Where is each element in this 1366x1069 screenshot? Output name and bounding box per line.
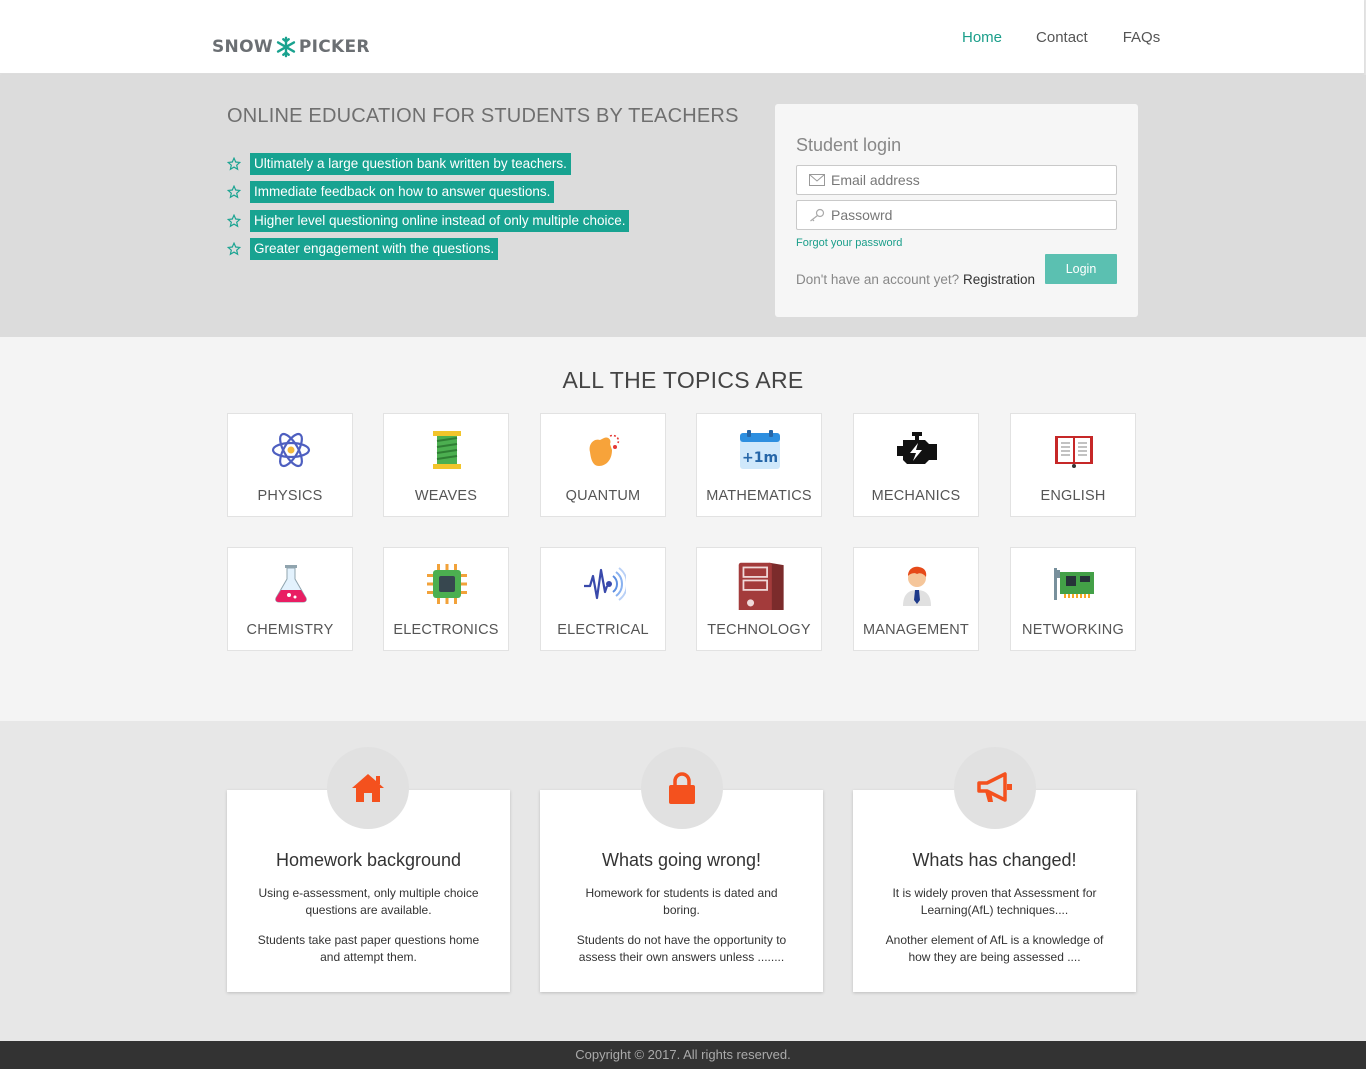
server-tower-icon	[738, 562, 784, 610]
topic-electrical[interactable]: ELECTRICAL	[540, 547, 666, 651]
topic-technology[interactable]: TECHNOLOGY	[696, 547, 822, 651]
card-paragraph: Students do not have the opportunity to …	[576, 933, 787, 964]
star-icon	[227, 213, 241, 228]
email-input[interactable]	[831, 172, 1101, 188]
card-paragraph: Using e-assessment, only multiple choice…	[258, 886, 479, 917]
engine-icon	[897, 432, 937, 464]
flask-icon	[275, 565, 307, 603]
topic-mechanics[interactable]: MECHANICS	[853, 413, 979, 517]
feature-list: Ultimately a large question bank written…	[227, 150, 630, 263]
main-nav: Home Contact FAQs	[962, 29, 1160, 46]
topics-section: ALL THE TOPICS ARE	[0, 337, 1366, 721]
topic-label: ELECTRICAL	[557, 622, 649, 638]
topic-weaves[interactable]: WEAVES	[383, 413, 509, 517]
topic-physics[interactable]: PHYSICS	[227, 413, 353, 517]
topic-label: MANAGEMENT	[863, 622, 969, 638]
login-button[interactable]: Login	[1045, 254, 1117, 284]
calendar-plus-one-month-icon: +1m	[740, 430, 780, 469]
card-paragraph: Homework for students is dated and borin…	[585, 886, 778, 917]
feature-text: Immediate feedback on how to answer ques…	[250, 181, 555, 204]
home-icon-circle	[327, 747, 409, 829]
forgot-password-link[interactable]: Forgot your password	[796, 237, 902, 249]
snowflake-icon	[276, 36, 296, 58]
password-input[interactable]	[831, 207, 1101, 223]
topic-label: MECHANICS	[871, 488, 961, 504]
star-icon	[227, 242, 241, 256]
calendar-badge-text: +1m	[742, 450, 778, 466]
key-icon	[810, 208, 825, 222]
feature-item: Ultimately a large question bank written…	[227, 150, 629, 178]
quantum-hand-icon	[589, 434, 620, 466]
envelope-icon	[809, 174, 825, 186]
topic-electronics[interactable]: ELECTRONICS	[383, 547, 509, 651]
topic-mathematics[interactable]: +1m MATHEMATICS	[696, 413, 822, 517]
topic-chemistry[interactable]: CHEMISTRY	[227, 547, 353, 651]
card-paragraph: It is widely proven that Assessment for …	[892, 886, 1097, 917]
topics-title: ALL THE TOPICS ARE	[562, 367, 804, 393]
nav-faqs[interactable]: FAQs	[1123, 29, 1161, 46]
manager-person-icon	[903, 566, 931, 606]
site-header: SNOW PICKER Home Contact FAQs	[0, 0, 1364, 74]
logo[interactable]: SNOW PICKER	[212, 36, 370, 58]
card-title: Whats going wrong!	[601, 850, 762, 870]
topic-english[interactable]: ENGLISH	[1010, 413, 1136, 517]
logo-text-left: SNOW	[212, 37, 273, 57]
home-icon	[352, 774, 384, 802]
registration-link[interactable]: Registration	[963, 272, 1035, 287]
megaphone-icon-circle	[954, 747, 1036, 829]
star-icon	[227, 185, 241, 199]
logo-text-right: PICKER	[298, 37, 370, 57]
atom-icon	[271, 432, 311, 468]
feature-item: Greater engagement with the questions.	[227, 235, 629, 263]
copyright-text: Copyright © 2017. All rights reserved.	[575, 1047, 791, 1062]
feature-text: Higher level questioning online instead …	[250, 209, 630, 232]
network-card-icon	[1054, 568, 1094, 600]
topic-label: CHEMISTRY	[246, 622, 334, 638]
topic-label: QUANTUM	[565, 488, 641, 504]
feature-item: Higher level questioning online instead …	[227, 207, 630, 235]
feature-item: Immediate feedback on how to answer ques…	[227, 178, 629, 206]
footer: Copyright © 2017. All rights reserved.	[0, 1041, 1366, 1069]
feature-text: Ultimately a large question bank written…	[250, 153, 571, 176]
topic-label: ELECTRONICS	[393, 622, 499, 638]
lock-icon-circle	[641, 747, 723, 829]
topic-label: WEAVES	[414, 488, 478, 504]
topic-label: PHYSICS	[257, 488, 323, 504]
card-title: Whats has changed!	[912, 850, 1077, 870]
topic-networking[interactable]: NETWORKING	[1010, 547, 1136, 651]
login-card: Student login Forgot your password Don't…	[775, 104, 1138, 317]
topic-quantum[interactable]: QUANTUM	[540, 413, 666, 517]
megaphone-icon	[977, 772, 1012, 802]
email-field[interactable]	[796, 165, 1117, 195]
card-title: Homework background	[275, 850, 462, 870]
feature-text: Greater engagement with the questions.	[250, 238, 499, 261]
hero-title: ONLINE EDUCATION FOR STUDENTS BY TEACHER…	[227, 105, 739, 127]
nav-contact[interactable]: Contact	[1036, 29, 1088, 46]
card-paragraph: Another element of AfL is a knowledge of…	[885, 933, 1104, 964]
card-paragraph: Students take past paper questions home …	[257, 933, 480, 964]
nav-home[interactable]: Home	[962, 29, 1002, 46]
topic-label: MATHEMATICS	[706, 488, 812, 504]
chip-icon	[427, 564, 467, 604]
star-icon	[227, 157, 241, 171]
password-field[interactable]	[796, 200, 1117, 230]
topic-management[interactable]: MANAGEMENT	[853, 547, 979, 651]
thread-spool-icon	[433, 431, 461, 469]
no-account-text: Don't have an account yet?	[796, 272, 960, 287]
lock-icon	[669, 772, 695, 804]
registration-prompt: Don't have an account yet? Registration	[796, 272, 1035, 287]
topic-label: TECHNOLOGY	[707, 622, 811, 638]
topic-label: NETWORKING	[1022, 622, 1124, 638]
signal-wave-icon	[584, 567, 626, 601]
topic-label: ENGLISH	[1040, 488, 1106, 504]
open-book-icon	[1055, 436, 1093, 468]
login-title: Student login	[796, 135, 902, 155]
